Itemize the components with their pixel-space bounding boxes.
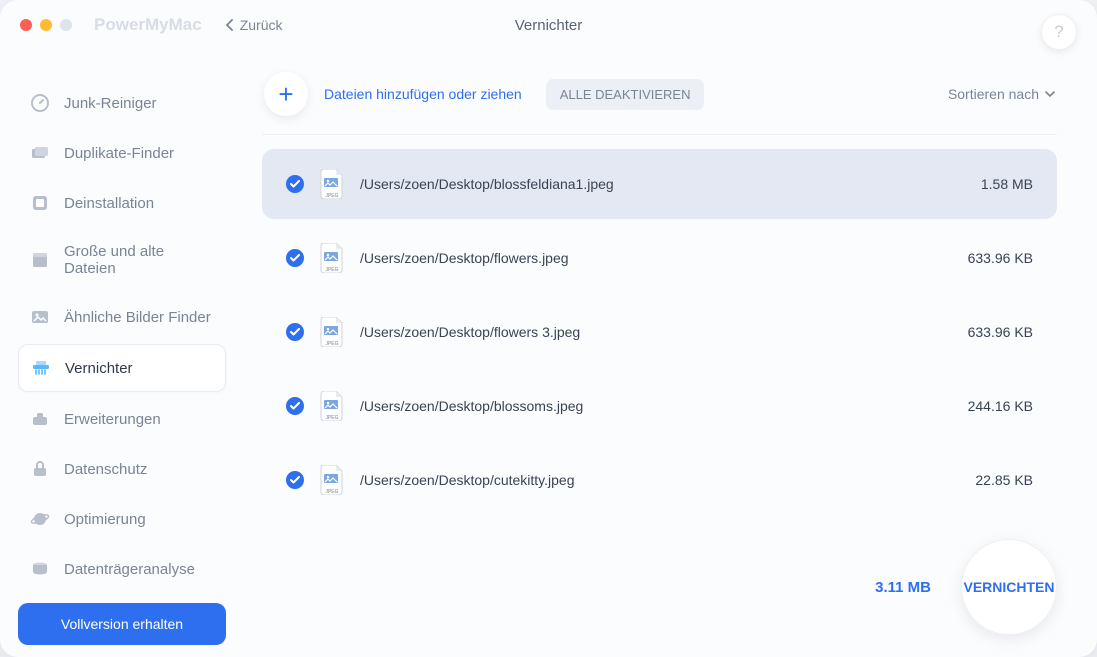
file-path: /Users/zoen/Desktop/flowers.jpeg: [360, 250, 952, 266]
footer: 3.11 MB VERNICHTEN: [875, 539, 1057, 635]
jpeg-file-icon: JPEG: [320, 169, 344, 199]
full-version-button[interactable]: Vollversion erhalten: [18, 603, 226, 645]
back-button[interactable]: Zurück: [226, 17, 283, 33]
help-icon: ?: [1054, 22, 1063, 42]
puzzle-icon: [30, 409, 50, 429]
sidebar-nav: Junk-Reiniger Duplikate-Finder Deinstallat…: [18, 80, 226, 597]
sidebar: Junk-Reiniger Duplikate-Finder Deinstallat…: [0, 50, 244, 657]
file-path: /Users/zoen/Desktop/blossfeldiana1.jpeg: [360, 176, 965, 192]
folders-icon: [30, 143, 50, 163]
sidebar-item-gauge[interactable]: Junk-Reiniger: [18, 80, 226, 126]
sidebar-item-label: Vernichter: [65, 360, 133, 377]
file-path: /Users/zoen/Desktop/flowers 3.jpeg: [360, 324, 952, 340]
help-button[interactable]: ?: [1041, 14, 1077, 50]
file-checkbox[interactable]: [286, 397, 304, 415]
app-window: PowerMyMac Zurück Vernichter ? Junk-Rein…: [0, 0, 1097, 657]
minimize-window-button[interactable]: [40, 19, 52, 31]
jpeg-file-icon: JPEG: [320, 465, 344, 495]
svg-text:JPEG: JPEG: [325, 415, 338, 421]
file-path: /Users/zoen/Desktop/cutekitty.jpeg: [360, 472, 959, 488]
sidebar-item-disk[interactable]: Datenträgeranalyse: [18, 546, 226, 592]
total-size: 3.11 MB: [875, 579, 931, 596]
sidebar-item-puzzle[interactable]: Erweiterungen: [18, 396, 226, 442]
file-row[interactable]: JPEG/Users/zoen/Desktop/blossoms.jpeg 244…: [262, 371, 1057, 441]
image-icon: [30, 307, 50, 327]
sidebar-item-label: Datenschutz: [64, 461, 147, 478]
sidebar-item-app[interactable]: Deinstallation: [18, 180, 226, 226]
toolbar: + Dateien hinzufügen oder ziehen ALLE DE…: [262, 68, 1057, 135]
file-checkbox[interactable]: [286, 471, 304, 489]
chevron-left-icon: [226, 19, 234, 31]
jpeg-file-icon: JPEG: [320, 391, 344, 421]
sidebar-item-label: Duplikate-Finder: [64, 145, 174, 162]
file-checkbox[interactable]: [286, 323, 304, 341]
svg-text:JPEG: JPEG: [325, 341, 338, 347]
sidebar-item-shredder[interactable]: Vernichter: [18, 344, 226, 392]
close-window-button[interactable]: [20, 19, 32, 31]
file-size: 633.96 KB: [968, 250, 1033, 266]
sort-label: Sortieren nach: [948, 86, 1039, 102]
svg-text:JPEG: JPEG: [325, 489, 338, 495]
sidebar-item-label: Deinstallation: [64, 195, 154, 212]
sort-dropdown[interactable]: Sortieren nach: [948, 86, 1055, 102]
lock-icon: [30, 459, 50, 479]
disk-icon: [30, 559, 50, 579]
plus-icon: +: [278, 79, 293, 110]
file-row[interactable]: JPEG/Users/zoen/Desktop/flowers.jpeg 633.…: [262, 223, 1057, 293]
file-size: 1.58 MB: [981, 176, 1033, 192]
sidebar-item-planet[interactable]: Optimierung: [18, 496, 226, 542]
file-checkbox[interactable]: [286, 175, 304, 193]
gauge-icon: [30, 93, 50, 113]
sidebar-item-box[interactable]: Große und alte Dateien: [18, 230, 226, 290]
jpeg-file-icon: JPEG: [320, 317, 344, 347]
add-files-button[interactable]: +: [264, 72, 308, 116]
app-icon: [30, 193, 50, 213]
sidebar-item-label: Große und alte Dateien: [64, 243, 214, 277]
sidebar-item-label: Junk-Reiniger: [64, 95, 157, 112]
file-path: /Users/zoen/Desktop/blossoms.jpeg: [360, 398, 952, 414]
sidebar-item-label: Erweiterungen: [64, 411, 161, 428]
body: Junk-Reiniger Duplikate-Finder Deinstallat…: [0, 50, 1097, 657]
maximize-window-button[interactable]: [60, 19, 72, 31]
page-title: Vernichter: [515, 17, 583, 34]
app-title: PowerMyMac: [94, 15, 202, 35]
planet-icon: [30, 509, 50, 529]
sidebar-item-label: Datenträgeranalyse: [64, 561, 195, 578]
shred-button[interactable]: VERNICHTEN: [961, 539, 1057, 635]
file-size: 22.85 KB: [975, 472, 1033, 488]
sidebar-item-label: Optimierung: [64, 511, 146, 528]
file-size: 633.96 KB: [968, 324, 1033, 340]
shredder-icon: [31, 358, 51, 378]
svg-text:JPEG: JPEG: [325, 267, 338, 273]
file-row[interactable]: JPEG/Users/zoen/Desktop/flowers 3.jpeg 63…: [262, 297, 1057, 367]
sidebar-item-folders[interactable]: Duplikate-Finder: [18, 130, 226, 176]
file-checkbox[interactable]: [286, 249, 304, 267]
chevron-down-icon: [1045, 91, 1055, 97]
add-files-hint[interactable]: Dateien hinzufügen oder ziehen: [324, 86, 522, 102]
file-size: 244.16 KB: [968, 398, 1033, 414]
sidebar-item-image[interactable]: Ähnliche Bilder Finder: [18, 294, 226, 340]
deactivate-all-button[interactable]: ALLE DEAKTIVIEREN: [546, 79, 705, 110]
main-panel: + Dateien hinzufügen oder ziehen ALLE DE…: [244, 50, 1097, 657]
file-row[interactable]: JPEG/Users/zoen/Desktop/cutekitty.jpeg 22…: [262, 445, 1057, 515]
titlebar: PowerMyMac Zurück Vernichter ?: [0, 0, 1097, 50]
box-icon: [30, 250, 50, 270]
svg-text:JPEG: JPEG: [325, 193, 338, 199]
file-row[interactable]: JPEG/Users/zoen/Desktop/blossfeldiana1.j…: [262, 149, 1057, 219]
traffic-lights: [20, 19, 72, 31]
jpeg-file-icon: JPEG: [320, 243, 344, 273]
sidebar-item-label: Ähnliche Bilder Finder: [64, 309, 211, 326]
back-label: Zurück: [240, 17, 283, 33]
sidebar-item-lock[interactable]: Datenschutz: [18, 446, 226, 492]
